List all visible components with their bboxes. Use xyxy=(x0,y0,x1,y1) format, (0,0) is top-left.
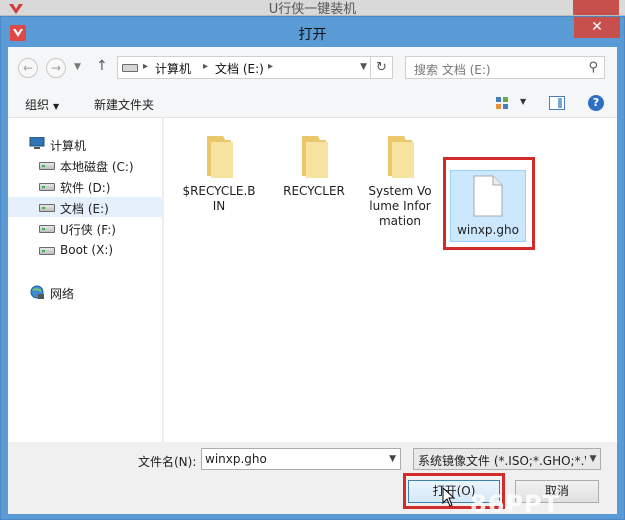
folder-icon xyxy=(388,136,414,178)
tree-item-drive-f[interactable]: U行侠 (F:) xyxy=(8,218,163,238)
chevron-down-icon[interactable]: ▼ xyxy=(389,454,396,464)
filetype-value: 系统镜像文件 (*.ISO;*.GHO;*.W xyxy=(418,454,597,468)
file-list-pane: $RECYCLE.BIN RECYCLER System Volume Info… xyxy=(164,118,617,442)
up-button[interactable]: ↑ xyxy=(96,58,108,74)
tree-item-network[interactable]: 网络 xyxy=(8,282,163,302)
file-name: RECYCLER xyxy=(283,184,345,198)
file-highlight-box xyxy=(443,157,535,250)
drive-icon xyxy=(39,247,55,255)
tree-label: 本地磁盘 (C:) xyxy=(60,160,134,174)
forward-button[interactable]: → xyxy=(46,58,66,78)
tree-item-drive-d[interactable]: 软件 (D:) xyxy=(8,176,163,196)
folder-icon xyxy=(302,136,328,178)
network-icon xyxy=(30,285,44,299)
breadcrumb-documents-drive[interactable]: 文档 (E:) xyxy=(215,60,264,77)
view-options-icon[interactable] xyxy=(495,96,510,111)
tree-label: U行侠 (F:) xyxy=(60,223,116,237)
tree-label: 软件 (D:) xyxy=(60,181,111,195)
background-window-title: U行侠一键装机 xyxy=(268,2,357,16)
organize-label: 组织 xyxy=(25,98,50,112)
drive-icon xyxy=(39,183,55,191)
file-name: System Volume Information xyxy=(368,184,432,228)
drive-icon xyxy=(39,162,55,170)
chevron-right-icon: ▸ xyxy=(143,61,149,72)
file-name: $RECYCLE.BIN xyxy=(182,184,256,213)
filename-combobox[interactable]: ▼ xyxy=(201,448,401,470)
recent-locations-dropdown[interactable]: ▼ xyxy=(74,62,81,72)
command-toolbar: 组织 ▼ 新建文件夹 ▼ ? xyxy=(8,89,617,118)
search-input[interactable]: 搜索 文档 (E:) xyxy=(414,61,491,78)
help-icon[interactable]: ? xyxy=(588,95,604,111)
tree-label: 计算机 xyxy=(50,139,87,153)
organize-button[interactable]: 组织 ▼ xyxy=(25,96,59,113)
file-item-system-volume-information[interactable]: System Volume Information xyxy=(362,132,438,229)
tree-label: Boot (X:) xyxy=(60,243,114,257)
search-box[interactable]: 搜索 文档 (E:) ⚲ xyxy=(405,56,605,79)
mouse-cursor-icon xyxy=(442,487,456,507)
dialog-titlebar[interactable]: 打开 ✕ xyxy=(1,17,624,47)
refresh-icon[interactable]: ↻ xyxy=(370,57,392,78)
drive-icon xyxy=(122,64,138,72)
dialog-footer: 文件名(N): ▼ 系统镜像文件 (*.ISO;*.GHO;*.W ▼ 打开(O… xyxy=(8,442,617,518)
folder-icon xyxy=(207,136,233,178)
close-button[interactable]: ✕ xyxy=(574,17,620,38)
search-icon[interactable]: ⚲ xyxy=(588,60,598,75)
computer-icon xyxy=(29,137,45,149)
filetype-select[interactable]: 系统镜像文件 (*.ISO;*.GHO;*.W ▼ xyxy=(413,448,601,470)
dialog-client-area: ← → ▼ ↑ ▸ 计算机 ▸ 文档 (E:) ▸ ▼ ↻ 搜索 文档 (E:)… xyxy=(8,47,617,518)
file-item-recycle-bin[interactable]: $RECYCLE.BIN xyxy=(181,132,257,214)
dialog-title: 打开 xyxy=(298,27,327,43)
chevron-down-icon: ▼ xyxy=(53,102,60,111)
breadcrumb-computer[interactable]: 计算机 xyxy=(155,60,191,77)
navigation-pane: 计算机 本地磁盘 (C:) 软件 (D:) 文档 (E:) U行侠 (F:) B… xyxy=(8,118,163,442)
filename-field[interactable] xyxy=(202,449,382,469)
navigation-bar: ← → ▼ ↑ ▸ 计算机 ▸ 文档 (E:) ▸ ▼ ↻ 搜索 文档 (E:)… xyxy=(8,47,617,89)
tree-item-computer[interactable]: 计算机 xyxy=(8,134,163,154)
chevron-down-icon[interactable]: ▼ xyxy=(586,449,600,469)
watermark-text: 86PPT xyxy=(470,490,560,518)
background-close-button[interactable] xyxy=(573,0,619,15)
background-titlebar: U行侠一键装机 xyxy=(0,0,625,16)
view-dropdown-icon[interactable]: ▼ xyxy=(520,97,526,106)
chevron-right-icon: ▸ xyxy=(203,61,209,72)
tree-item-drive-c[interactable]: 本地磁盘 (C:) xyxy=(8,155,163,175)
filename-label: 文件名(N): xyxy=(138,455,197,469)
new-folder-button[interactable]: 新建文件夹 xyxy=(94,96,154,113)
preview-pane-icon[interactable] xyxy=(549,96,565,110)
tree-label: 文档 (E:) xyxy=(60,202,109,216)
tree-item-drive-x[interactable]: Boot (X:) xyxy=(8,240,163,260)
chevron-right-icon: ▸ xyxy=(268,61,274,72)
tree-label: 网络 xyxy=(50,287,75,301)
open-file-dialog: 打开 ✕ ← → ▼ ↑ ▸ 计算机 ▸ 文档 (E:) ▸ ▼ ↻ 搜索 文档… xyxy=(0,16,625,520)
file-item-recycler[interactable]: RECYCLER xyxy=(276,132,352,199)
back-button[interactable]: ← xyxy=(18,58,38,78)
drive-icon xyxy=(39,204,55,212)
tree-item-drive-e[interactable]: 文档 (E:) xyxy=(8,197,163,217)
address-bar[interactable]: ▸ 计算机 ▸ 文档 (E:) ▸ ▼ ↻ xyxy=(117,56,393,79)
drive-icon xyxy=(39,225,55,233)
address-dropdown[interactable]: ▼ xyxy=(360,62,367,72)
